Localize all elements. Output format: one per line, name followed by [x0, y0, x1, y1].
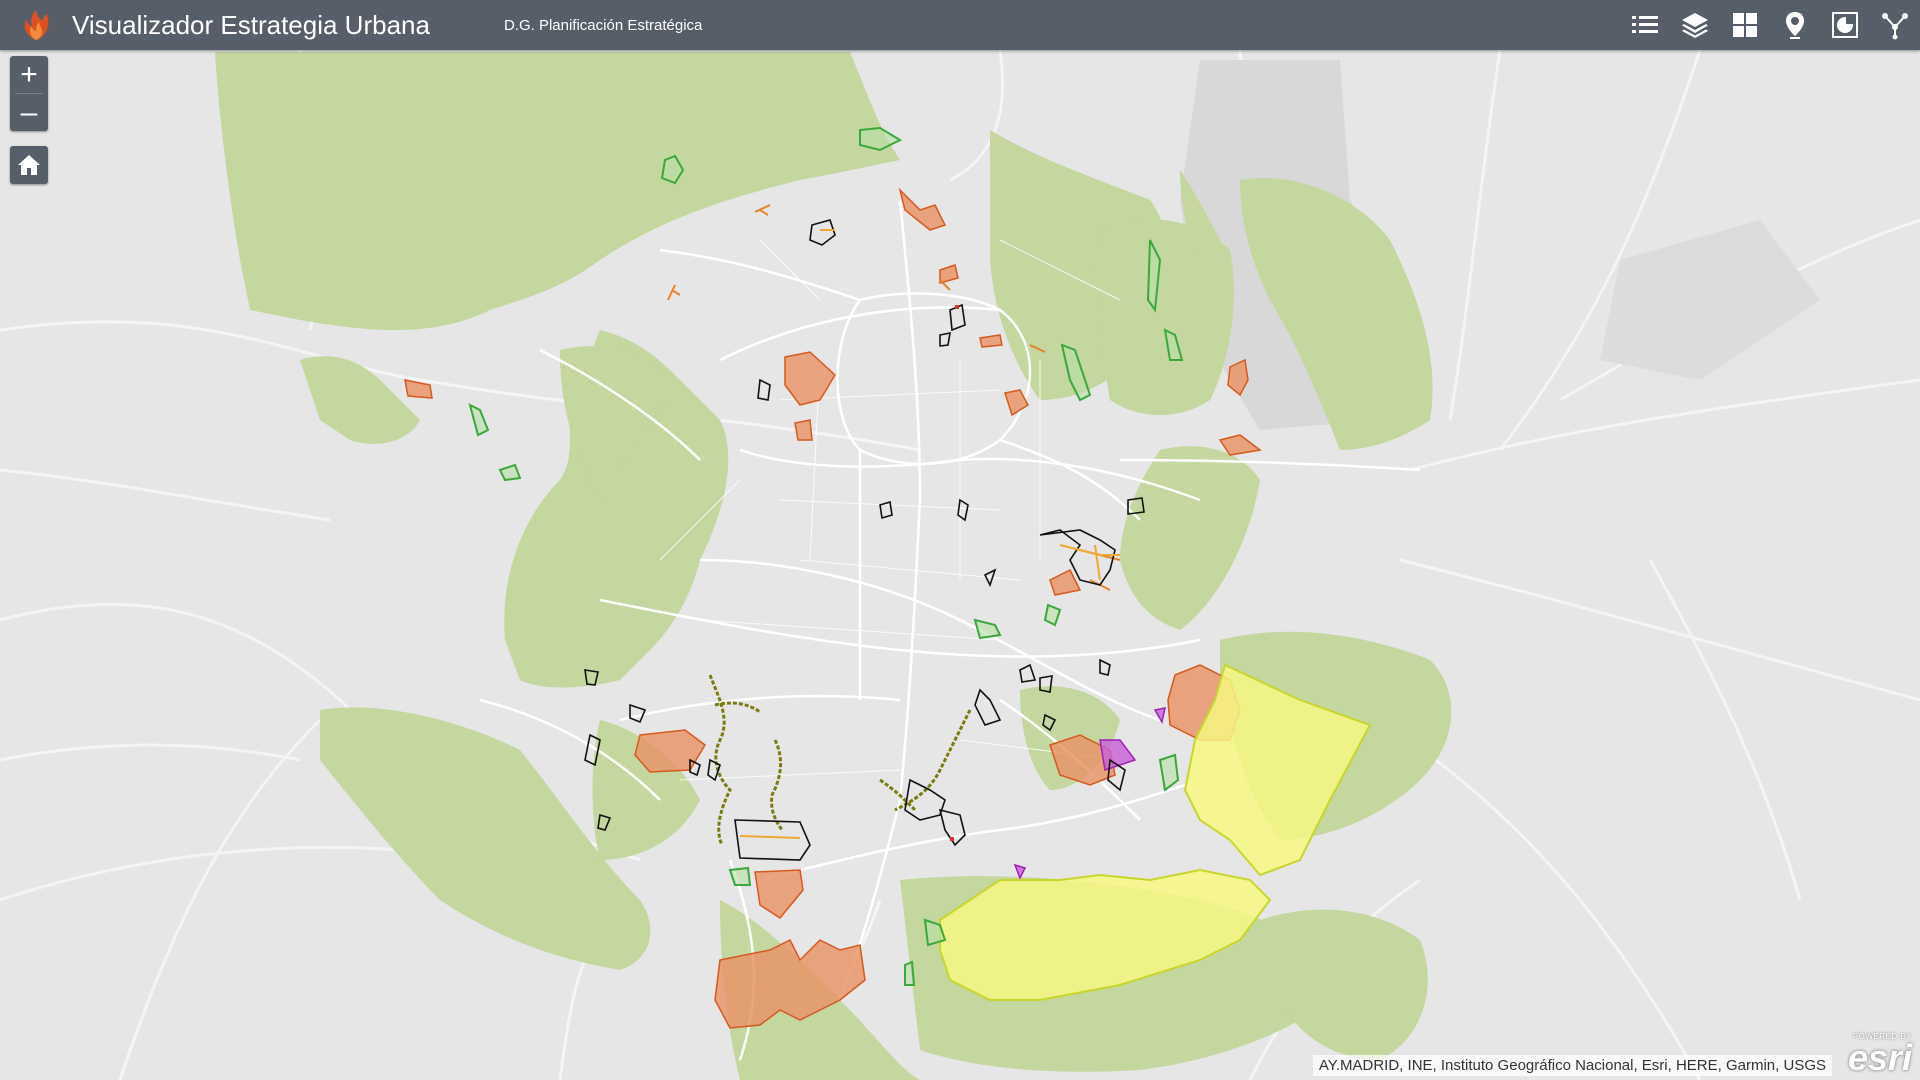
share-icon[interactable] [1870, 0, 1920, 50]
app-title: Visualizador Estrategia Urbana [72, 9, 430, 40]
location-pin-icon[interactable] [1770, 0, 1820, 50]
map-attribution: AY.MADRID, INE, Instituto Geográfico Nac… [1312, 1055, 1832, 1076]
zoom-out-button[interactable]: – [10, 94, 48, 131]
home-icon [18, 155, 40, 175]
basemap [0, 50, 1920, 1080]
legend-list-icon[interactable] [1620, 0, 1670, 50]
basemap-gallery-icon[interactable] [1720, 0, 1770, 50]
app-header: Visualizador Estrategia Urbana D.G. Plan… [0, 0, 1920, 50]
zoom-in-button[interactable]: + [10, 56, 48, 93]
zoom-controls: + – [10, 56, 48, 131]
map-view[interactable]: AY.MADRID, INE, Instituto Geográfico Nac… [0, 50, 1920, 1080]
esri-logo-text: esri [1847, 1037, 1912, 1078]
app-subtitle: D.G. Planificación Estratégica [503, 16, 703, 34]
layers-icon[interactable] [1670, 0, 1720, 50]
chart-dashboard-icon[interactable] [1820, 0, 1870, 50]
esri-logo[interactable]: POWERED BY esri [1836, 1032, 1912, 1076]
header-toolbar [1620, 0, 1920, 50]
home-button[interactable] [10, 146, 48, 184]
flame-logo-icon [14, 3, 58, 47]
